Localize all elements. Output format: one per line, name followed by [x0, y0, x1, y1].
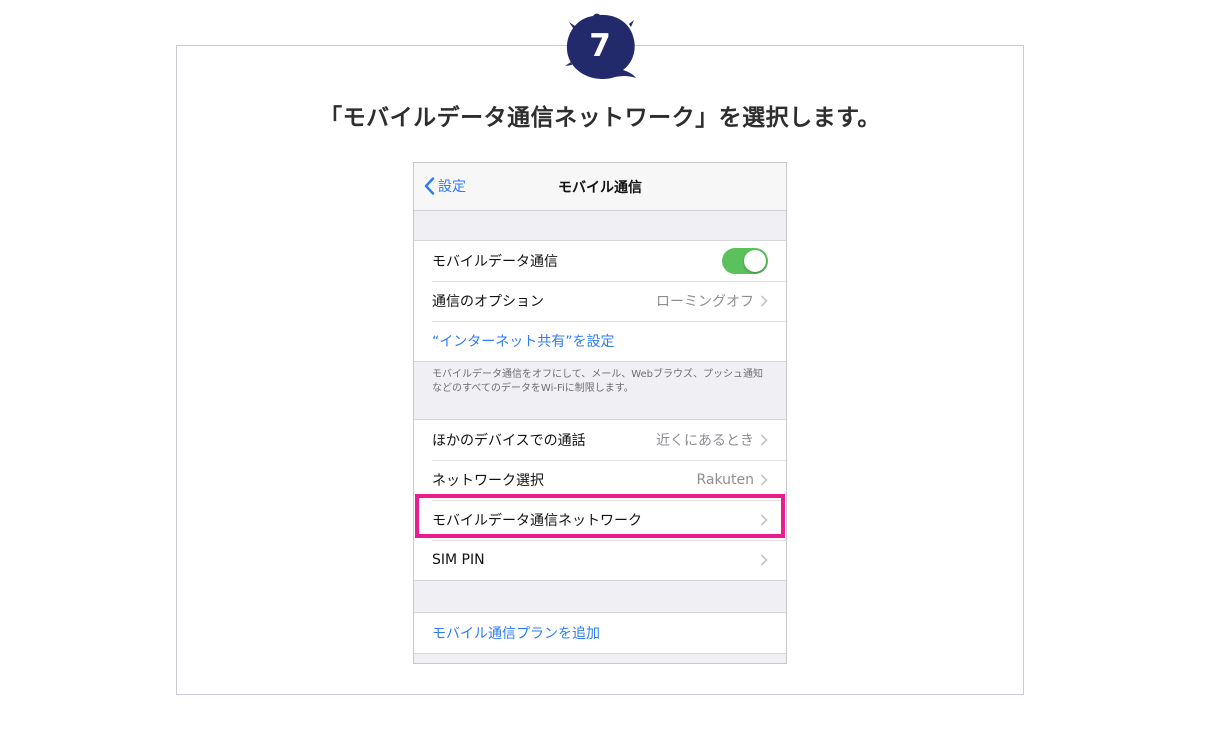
chevron-right-icon: [760, 295, 768, 307]
chevron-right-icon: [760, 514, 768, 526]
page-title: モバイル通信: [558, 180, 642, 196]
row-network-selection[interactable]: ネットワーク選択 Rakuten: [414, 460, 786, 500]
row-mobile-data: モバイルデータ通信: [414, 241, 786, 281]
row-label: モバイルデータ通信ネットワーク: [432, 513, 642, 529]
chevron-right-icon: [760, 474, 768, 486]
row-label: ネットワーク選択: [432, 473, 544, 489]
mobile-data-toggle[interactable]: [722, 248, 768, 274]
navigation-bar: 設定 モバイル通信: [414, 163, 786, 211]
add-plan-link: モバイル通信プランを追加: [432, 626, 600, 642]
chevron-right-icon: [760, 434, 768, 446]
settings-group-network: ほかのデバイスでの通話 近くにあるとき ネットワーク選択 Rakuten モバイ…: [414, 419, 786, 581]
footnote-text: モバイルデータ通信をオフにして、メール、Webブラウズ、プッシュ通知などのすべて…: [432, 369, 764, 394]
hotspot-link: “インターネット共有”を設定: [432, 334, 615, 350]
row-other-devices-calls[interactable]: ほかのデバイスでの通話 近くにあるとき: [414, 420, 786, 460]
row-value: Rakuten: [696, 472, 754, 488]
chevron-right-icon: [760, 554, 768, 566]
step-badge: 7: [563, 12, 637, 82]
row-sim-pin[interactable]: SIM PIN: [414, 540, 786, 580]
row-label: SIM PIN: [432, 552, 485, 568]
row-value: 近くにあるとき: [656, 433, 754, 449]
step-number: 7: [589, 28, 611, 64]
phone-screenshot: 設定 モバイル通信 モバイルデータ通信 通信のオプション ローミングオフ “イン…: [413, 162, 787, 664]
row-label: ほかのデバイスでの通話: [432, 433, 586, 449]
row-mobile-data-network[interactable]: モバイルデータ通信ネットワーク: [414, 500, 786, 540]
row-add-plan[interactable]: モバイル通信プランを追加: [414, 613, 786, 653]
settings-group-mobile-data: モバイルデータ通信 通信のオプション ローミングオフ “インターネット共有”を設…: [414, 240, 786, 362]
row-data-options[interactable]: 通信のオプション ローミングオフ: [414, 281, 786, 321]
row-label: モバイルデータ通信: [432, 254, 558, 270]
toggle-knob: [744, 250, 766, 272]
instruction-text: 「モバイルデータ通信ネットワーク」を選択します。: [319, 105, 881, 131]
settings-group-plan: モバイル通信プランを追加: [414, 612, 786, 654]
row-hotspot-link[interactable]: “インターネット共有”を設定: [414, 321, 786, 361]
row-label: 通信のオプション: [432, 294, 544, 310]
row-value: ローミングオフ: [656, 294, 754, 310]
